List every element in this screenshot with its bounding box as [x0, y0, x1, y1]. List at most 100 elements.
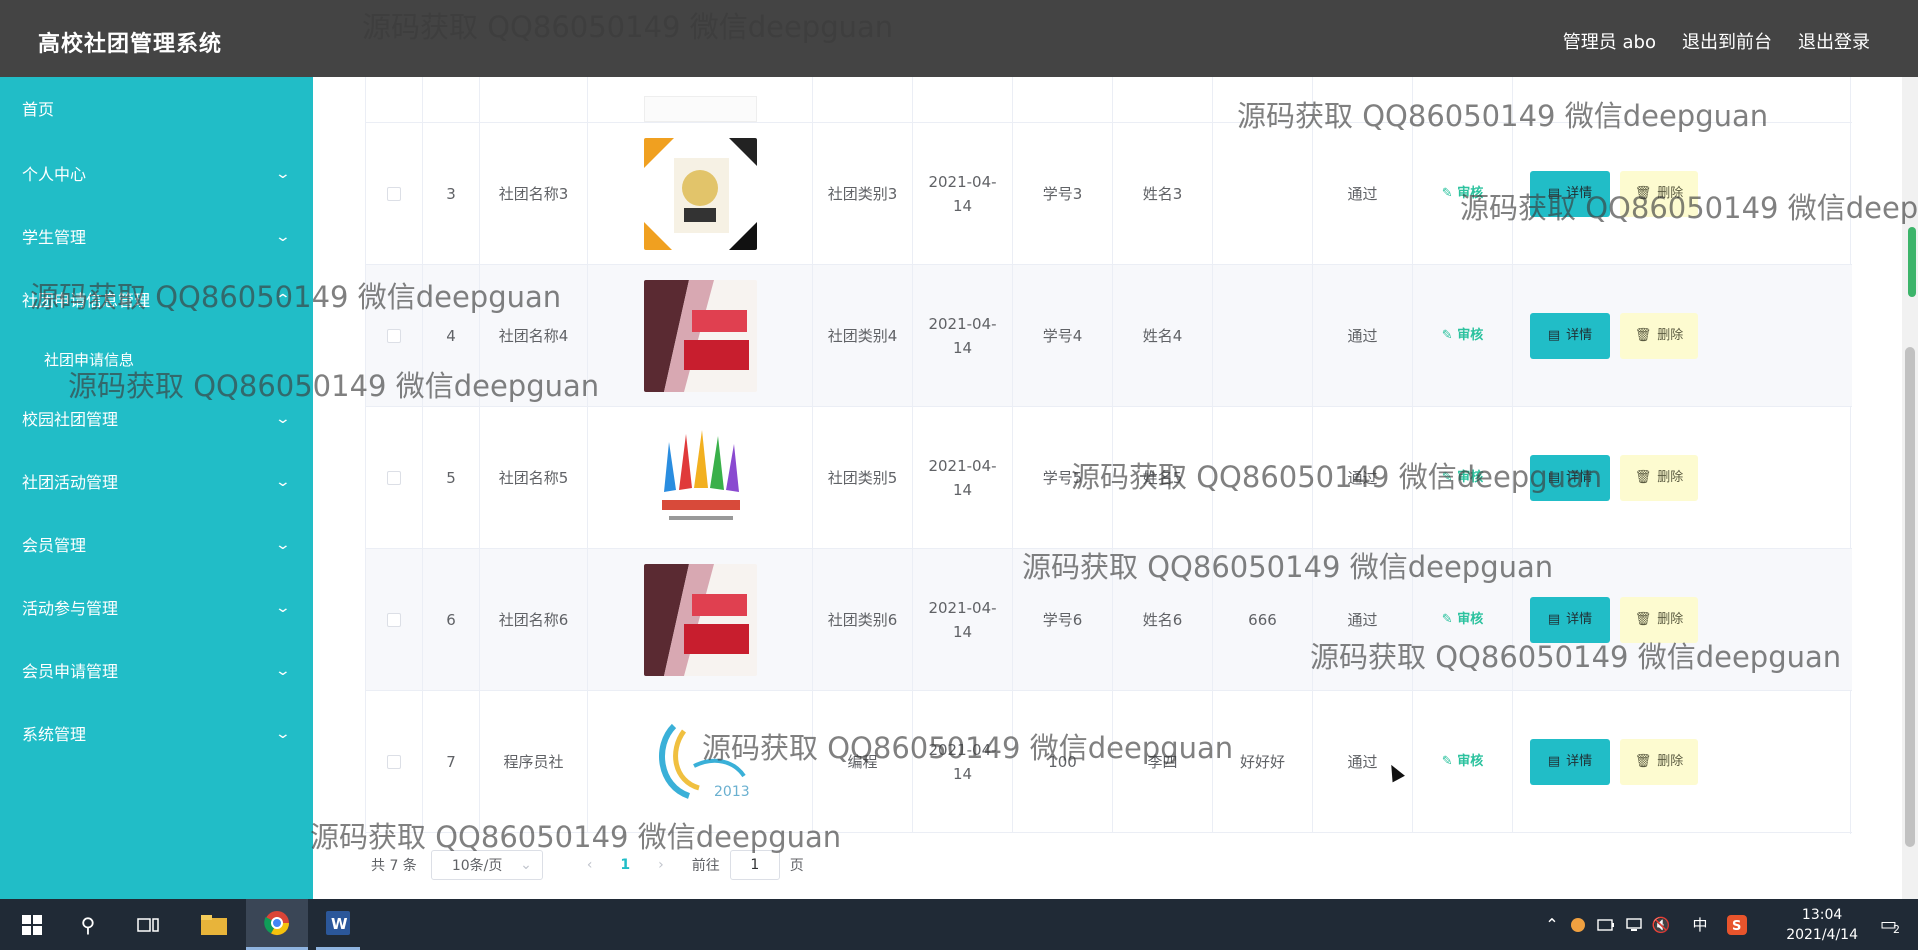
row-checkbox[interactable]: [387, 470, 401, 485]
sidebar-subitem-club-application-info[interactable]: 社团申请信息: [0, 332, 313, 388]
audit-label: 审核: [1457, 753, 1484, 769]
audit-link[interactable]: ✎ 审核: [1442, 608, 1483, 632]
clock-time: 13:04: [1801, 907, 1843, 923]
delete-button[interactable]: 🗑 删除: [1620, 312, 1698, 359]
club-category: 社团类别5: [813, 407, 913, 548]
club-name: 社团名称6: [480, 549, 588, 690]
sogou-input-icon[interactable]: S: [1726, 899, 1748, 950]
trash-icon: 🗑: [1634, 469, 1652, 485]
sidebar-item-activity-participation[interactable]: 活动参与管理 ⌄: [0, 577, 313, 640]
audit-status: 通过: [1313, 691, 1413, 832]
page-number-current[interactable]: 1: [620, 857, 630, 873]
sidebar-item-label: 首页: [22, 100, 55, 119]
sidebar-item-club-application-management[interactable]: 社团申请信息管理 ⌃: [0, 269, 313, 332]
next-page-icon[interactable]: ›: [658, 857, 664, 873]
sidebar-item-club-activity-management[interactable]: 社团活动管理 ⌄: [0, 451, 313, 514]
row-checkbox[interactable]: [387, 612, 401, 627]
windows-start-icon[interactable]: [12, 899, 52, 950]
goto-page-input[interactable]: 1: [729, 850, 780, 880]
sidebar-item-member-application[interactable]: 会员申请管理 ⌄: [0, 640, 313, 703]
sidebar-item-system-management[interactable]: 系统管理 ⌄: [0, 703, 313, 766]
sidebar-item-personal-center[interactable]: 个人中心 ⌄: [0, 143, 313, 206]
sidebar-item-label: 个人中心: [22, 165, 87, 184]
page-size-select[interactable]: 10条/页 ⌄: [430, 850, 543, 880]
student-name: 姓名4: [1113, 265, 1213, 406]
student-id: 学号4: [1013, 265, 1113, 406]
document-icon: ▤: [1547, 327, 1561, 343]
back-to-front-link[interactable]: 退出到前台: [1682, 28, 1772, 54]
task-view-icon[interactable]: [128, 899, 168, 950]
chrome-icon[interactable]: [246, 899, 308, 950]
chevron-down-icon: ⌄: [274, 600, 292, 616]
row-checkbox[interactable]: [387, 754, 401, 769]
document-icon: ▤: [1547, 611, 1561, 627]
search-icon[interactable]: ⚲: [68, 899, 108, 950]
network-icon[interactable]: [1624, 899, 1644, 950]
battery-icon[interactable]: [1596, 899, 1616, 950]
audit-link[interactable]: ✎ 审核: [1442, 750, 1483, 774]
sidebar-item-label: 活动参与管理: [22, 599, 119, 618]
row-index: 6: [423, 549, 480, 690]
file-explorer-icon[interactable]: [192, 899, 236, 950]
audit-label: 审核: [1457, 611, 1484, 627]
table-row: 4 社团名称4 社团类别4 2021-04-14 学号4 姓名4 通过 ✎ 审核…: [366, 265, 1852, 407]
reply: 666: [1213, 549, 1313, 690]
delete-label: 删除: [1657, 327, 1684, 343]
audit-link[interactable]: ✎ 审核: [1442, 324, 1483, 348]
sidebar-item-student-management[interactable]: 学生管理 ⌄: [0, 206, 313, 269]
sidebar-item-home[interactable]: 首页: [0, 77, 313, 143]
notification-count: 2: [1893, 923, 1900, 936]
detail-button[interactable]: ▤ 详情: [1530, 596, 1610, 643]
detail-button[interactable]: ▤ 详情: [1530, 312, 1610, 359]
apply-date: 2021-04-14: [913, 265, 1013, 406]
prev-page-icon[interactable]: ‹: [587, 857, 593, 873]
sidebar-item-campus-club-management[interactable]: 校园社团管理 ⌄: [0, 388, 313, 451]
student-name: 姓名3: [1113, 123, 1213, 264]
detail-label: 详情: [1566, 327, 1593, 343]
club-name: 社团名称4: [480, 265, 588, 406]
detail-button[interactable]: ▤ 详情: [1530, 738, 1610, 785]
word-icon[interactable]: W: [316, 899, 360, 950]
club-image: [643, 421, 757, 534]
scrollbar-thumb[interactable]: [1905, 347, 1915, 847]
edit-icon: ✎: [1441, 611, 1458, 627]
notification-center-icon[interactable]: ▭ 2: [1872, 899, 1908, 950]
detail-button[interactable]: ▤ 详情: [1530, 170, 1610, 217]
club-category: 社团类别3: [813, 123, 913, 264]
edit-icon: ✎: [1441, 469, 1458, 485]
club-name: 社团名称3: [480, 123, 588, 264]
table-row: 5 社团名称5 社团类别5 2021-04-14 学号5 姓名5 通过 ✎ 审核…: [366, 407, 1852, 549]
delete-button[interactable]: 🗑 删除: [1620, 738, 1698, 785]
student-name: 李四: [1113, 691, 1213, 832]
chevron-down-icon: ⌄: [274, 411, 292, 427]
reply: [1213, 123, 1313, 264]
delete-label: 删除: [1657, 611, 1684, 627]
tray-app-icon[interactable]: [1568, 899, 1588, 950]
volume-muted-icon[interactable]: 🔇: [1650, 899, 1672, 950]
chevron-down-icon: ⌄: [274, 474, 292, 490]
sidebar-item-label: 系统管理: [22, 725, 87, 744]
ime-indicator[interactable]: 中: [1690, 899, 1710, 950]
club-image: 2013: [643, 705, 757, 818]
chevron-down-icon: ⌄: [274, 229, 292, 245]
vertical-scrollbar[interactable]: [1902, 77, 1918, 899]
chevron-up-icon[interactable]: ⌃: [1542, 899, 1562, 950]
row-checkbox[interactable]: [387, 186, 401, 201]
club-category: 编程: [813, 691, 913, 832]
reply: [1213, 265, 1313, 406]
sidebar-item-member-management[interactable]: 会员管理 ⌄: [0, 514, 313, 577]
admin-user-label[interactable]: 管理员 abo: [1563, 28, 1656, 54]
logout-link[interactable]: 退出登录: [1798, 28, 1870, 54]
apply-date: 2021-04-14: [913, 123, 1013, 264]
reply: [1213, 407, 1313, 548]
table-row: 7 程序员社 2013 编程 2021-04-14 100 李四 好好好 通过: [366, 691, 1852, 833]
delete-button[interactable]: 🗑 删除: [1620, 454, 1698, 501]
chevron-down-icon: ⌄: [274, 166, 292, 182]
delete-button[interactable]: 🗑 删除: [1620, 170, 1698, 217]
delete-button[interactable]: 🗑 删除: [1620, 596, 1698, 643]
audit-link[interactable]: ✎ 审核: [1442, 466, 1483, 490]
detail-button[interactable]: ▤ 详情: [1530, 454, 1610, 501]
audit-link[interactable]: ✎ 审核: [1442, 182, 1483, 206]
row-checkbox[interactable]: [387, 328, 401, 343]
taskbar-clock[interactable]: 13:04 2021/4/14: [1786, 905, 1858, 945]
